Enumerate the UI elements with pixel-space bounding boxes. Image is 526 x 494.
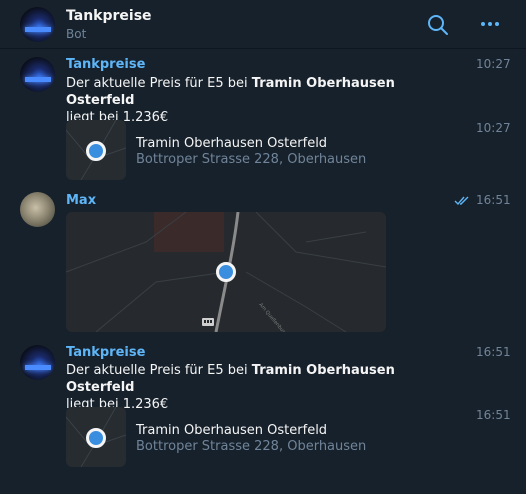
chat-title[interactable]: Tankpreise (66, 8, 152, 24)
more-icon[interactable] (480, 19, 500, 29)
location-pin-icon (86, 428, 106, 448)
message-time: 16:51 (476, 193, 511, 207)
location-thumbnail[interactable] (66, 120, 126, 180)
sender-name[interactable]: Max (66, 193, 96, 208)
sender-avatar[interactable] (20, 345, 55, 380)
message-time: 10:27 (476, 121, 511, 135)
double-check-icon (454, 196, 469, 206)
chat-header: Tankpreise Bot (0, 0, 526, 49)
sender-name[interactable]: Tankpreise (66, 57, 145, 72)
location-pin-icon (216, 262, 236, 282)
sender-name[interactable]: Tankpreise (66, 345, 145, 360)
location-thumbnail[interactable] (66, 407, 126, 467)
bus-stop-icon (202, 318, 214, 326)
location-name: Tramin Oberhausen Osterfeld (136, 423, 328, 438)
location-pin-icon (86, 141, 106, 161)
message-time: 10:27 (476, 57, 511, 71)
message-text-prefix: Der aktuelle Preis für E5 bei (66, 363, 252, 378)
message-time: 16:51 (476, 408, 511, 422)
message-text: Der aktuelle Preis für E5 bei Tramin Obe… (66, 362, 466, 413)
chat-subtitle: Bot (66, 27, 87, 41)
message-time: 16:51 (476, 345, 511, 359)
message-text-prefix: Der aktuelle Preis für E5 bei (66, 76, 252, 91)
location-address: Bottroper Strasse 228, Oberhausen (136, 439, 367, 454)
location-map[interactable]: Am Quellenbusch (66, 212, 386, 332)
location-address: Bottroper Strasse 228, Oberhausen (136, 152, 367, 167)
location-name: Tramin Oberhausen Osterfeld (136, 136, 328, 151)
max-avatar[interactable] (20, 192, 55, 227)
bot-avatar[interactable] (20, 7, 55, 42)
search-icon[interactable] (427, 14, 449, 36)
message-text: Der aktuelle Preis für E5 bei Tramin Obe… (66, 75, 466, 126)
sender-avatar[interactable] (20, 57, 55, 92)
